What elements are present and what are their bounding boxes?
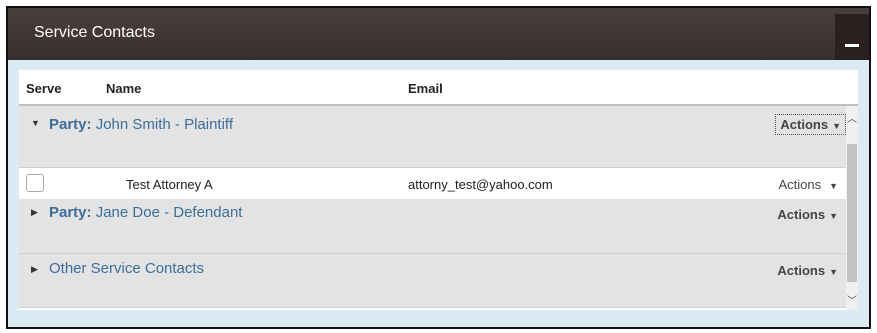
- collapse-button[interactable]: [835, 14, 869, 60]
- header-email: Email: [408, 81, 443, 96]
- group-row-other-contacts[interactable]: ▶ Other Service Contacts Actions ▼: [19, 254, 846, 308]
- group-row-jane-doe[interactable]: ▶ Party: Jane Doe - Defendant Actions ▼: [19, 199, 846, 254]
- triangle-down-icon: ▼: [829, 181, 838, 191]
- scrollbar-thumb[interactable]: [847, 144, 857, 282]
- group-row-john-smith[interactable]: ▼ Party: John Smith - Plaintiff Actions ▼: [19, 106, 846, 168]
- caret-right-icon[interactable]: ▶: [31, 264, 38, 275]
- group-name: John Smith - Plaintiff: [91, 116, 233, 133]
- group-actions-button[interactable]: Actions ▼: [775, 114, 846, 135]
- table-row: Test Attorney A attorny_test@yahoo.com A…: [19, 168, 846, 199]
- title-bar: Service Contacts: [8, 8, 869, 60]
- actions-label: Actions: [780, 117, 829, 132]
- chevron-down-icon[interactable]: ﹀: [846, 292, 858, 307]
- actions-label: Actions: [778, 177, 822, 192]
- header-serve: Serve: [26, 81, 62, 96]
- scrollbar[interactable]: ︿ ﹀: [846, 106, 858, 310]
- group-label[interactable]: Other Service Contacts: [49, 260, 204, 277]
- group-actions-button[interactable]: Actions ▼: [777, 263, 838, 278]
- minus-icon: [845, 44, 859, 47]
- header-name: Name: [106, 81, 142, 96]
- contact-email: attorny_test@yahoo.com: [408, 177, 553, 192]
- caret-down-icon[interactable]: ▼: [31, 118, 40, 128]
- serve-checkbox[interactable]: [26, 174, 44, 192]
- service-contacts-window: Service Contacts Serve Name Email ▼ Part…: [6, 6, 871, 329]
- group-label[interactable]: Party: John Smith - Plaintiff: [49, 116, 233, 133]
- contact-name: Test Attorney A: [126, 177, 213, 192]
- group-prefix: Party:: [49, 116, 92, 133]
- contact-actions-button[interactable]: Actions ▼: [778, 177, 838, 192]
- group-actions-button[interactable]: Actions ▼: [777, 207, 838, 222]
- panel-title: Service Contacts: [34, 24, 155, 41]
- actions-label: Actions: [777, 207, 826, 222]
- group-label[interactable]: Party: Jane Doe - Defendant: [49, 204, 242, 221]
- caret-right-icon[interactable]: ▶: [31, 207, 38, 218]
- chevron-up-icon[interactable]: ︿: [846, 110, 858, 125]
- actions-label: Actions: [777, 263, 826, 278]
- triangle-down-icon: ▼: [829, 267, 838, 277]
- triangle-down-icon: ▼: [829, 211, 838, 221]
- group-prefix: Party:: [49, 204, 92, 221]
- group-name: Jane Doe - Defendant: [91, 204, 243, 221]
- triangle-down-icon: ▼: [832, 121, 841, 131]
- table-header: Serve Name Email: [19, 70, 858, 106]
- contacts-table: Serve Name Email ▼ Party: John Smith - P…: [19, 70, 858, 310]
